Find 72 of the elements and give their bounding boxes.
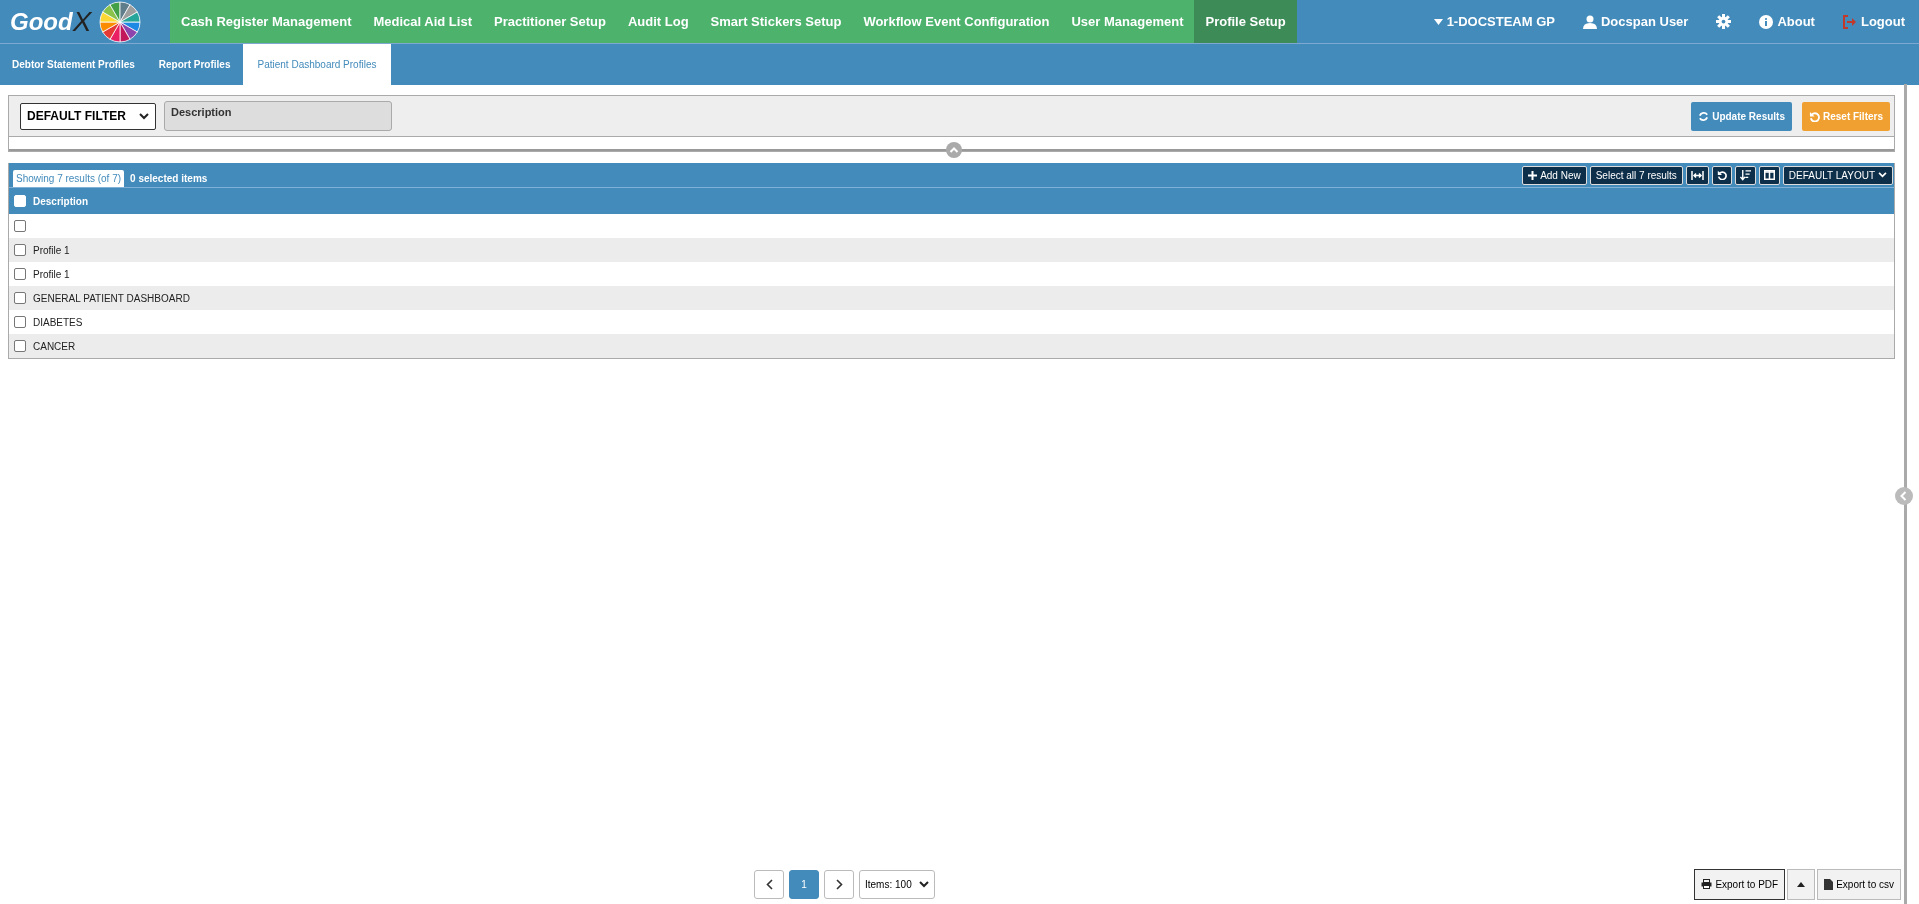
previous-page-button[interactable] [754,869,784,899]
results-tab[interactable]: Showing 7 results (of 7) [13,170,125,187]
undo-icon [1808,110,1820,122]
info-icon [1759,14,1774,29]
nav-tab[interactable]: Profile Setup [1194,0,1297,43]
column-header[interactable]: Description [33,195,88,207]
chevron-left-icon [765,878,773,890]
columns-icon [1763,170,1775,180]
nav-tab[interactable]: Cash Register Management [170,0,363,43]
columns-button[interactable] [1758,165,1780,185]
user-icon [1583,14,1597,29]
sort-button[interactable] [1734,165,1756,185]
about-link[interactable]: About [1759,14,1815,29]
next-page-button[interactable] [824,869,854,899]
nav-tab[interactable]: User Management [1060,0,1195,43]
file-icon [1824,878,1834,890]
nav-tab[interactable]: Audit Log [616,0,700,43]
items-per-page-select[interactable]: Items: 100 [859,869,935,899]
chevron-icon [1878,172,1887,178]
row-checkbox[interactable] [14,316,26,328]
nav-tab[interactable]: Workflow Event Configuration [852,0,1061,43]
export-options-button[interactable] [1787,868,1816,900]
select-all-checkbox[interactable] [14,195,26,207]
table-cell: DIABETES [33,316,83,328]
logo-mark: X [72,5,92,38]
sub-tab[interactable]: Report Profiles [146,44,243,85]
nav-tab[interactable]: Medical Aid List [362,0,483,43]
results-tab[interactable]: 0 selected items [127,170,211,187]
color-wheel-icon [99,0,142,43]
chevron-icon [139,112,149,120]
table-cell: CANCER [33,340,76,352]
undo-icon [1716,170,1727,180]
settings-icon[interactable] [1716,14,1732,29]
fit-width-icon [1690,170,1704,180]
page-button[interactable]: 1 [789,869,819,899]
layout-dropdown[interactable]: DEFAULT LAYOUT [1782,165,1893,185]
sub-tab[interactable]: Patient Dashboard Profiles [242,44,392,85]
nav-tab[interactable]: Smart Stickers Setup [699,0,853,43]
refresh-icon [1698,110,1710,122]
caret-up-icon [1797,881,1806,887]
sub-tab[interactable]: Debtor Statement Profiles [0,44,147,85]
plus-icon [1528,170,1538,180]
filter-select[interactable]: DEFAULT FILTER [20,102,156,130]
row-checkbox[interactable] [14,220,26,232]
row-checkbox[interactable] [14,244,26,256]
nav-tab[interactable]: Practitioner Setup [483,0,617,43]
description-field[interactable]: Description [164,101,392,131]
sort-icon [1739,169,1751,181]
logout-icon [1842,14,1857,29]
table-cell: Profile 1 [33,244,70,256]
table-cell: GENERAL PATIENT DASHBOARD [33,292,190,304]
logout-link[interactable]: Logout [1842,14,1905,29]
chevron-icon [919,880,929,888]
table-cell: Profile 1 [33,268,70,280]
update-results-button[interactable]: Update Results [1691,101,1792,131]
collapse-up-icon[interactable] [946,142,962,158]
row-checkbox[interactable] [14,292,26,304]
practice-dropdown[interactable]: 1-DOCSTEAM GP [1433,14,1555,29]
add-new-button[interactable]: Add New [1522,165,1587,185]
row-checkbox[interactable] [14,340,26,352]
select-all-button[interactable]: Select all 7 results [1589,165,1683,185]
reset-filters-button[interactable]: Reset Filters [1801,101,1890,131]
fit-columns-button[interactable] [1685,165,1709,185]
caret-down-icon [1433,18,1443,25]
export-pdf-button[interactable]: Export to PDF [1694,868,1786,900]
row-checkbox[interactable] [14,268,26,280]
user-menu[interactable]: Docspan User [1583,14,1689,29]
printer-icon [1701,879,1713,889]
export-csv-button[interactable]: Export to csv [1817,868,1901,900]
reset-button[interactable] [1711,165,1732,185]
logo-text: Good [10,7,73,36]
chevron-right-icon [835,878,843,890]
